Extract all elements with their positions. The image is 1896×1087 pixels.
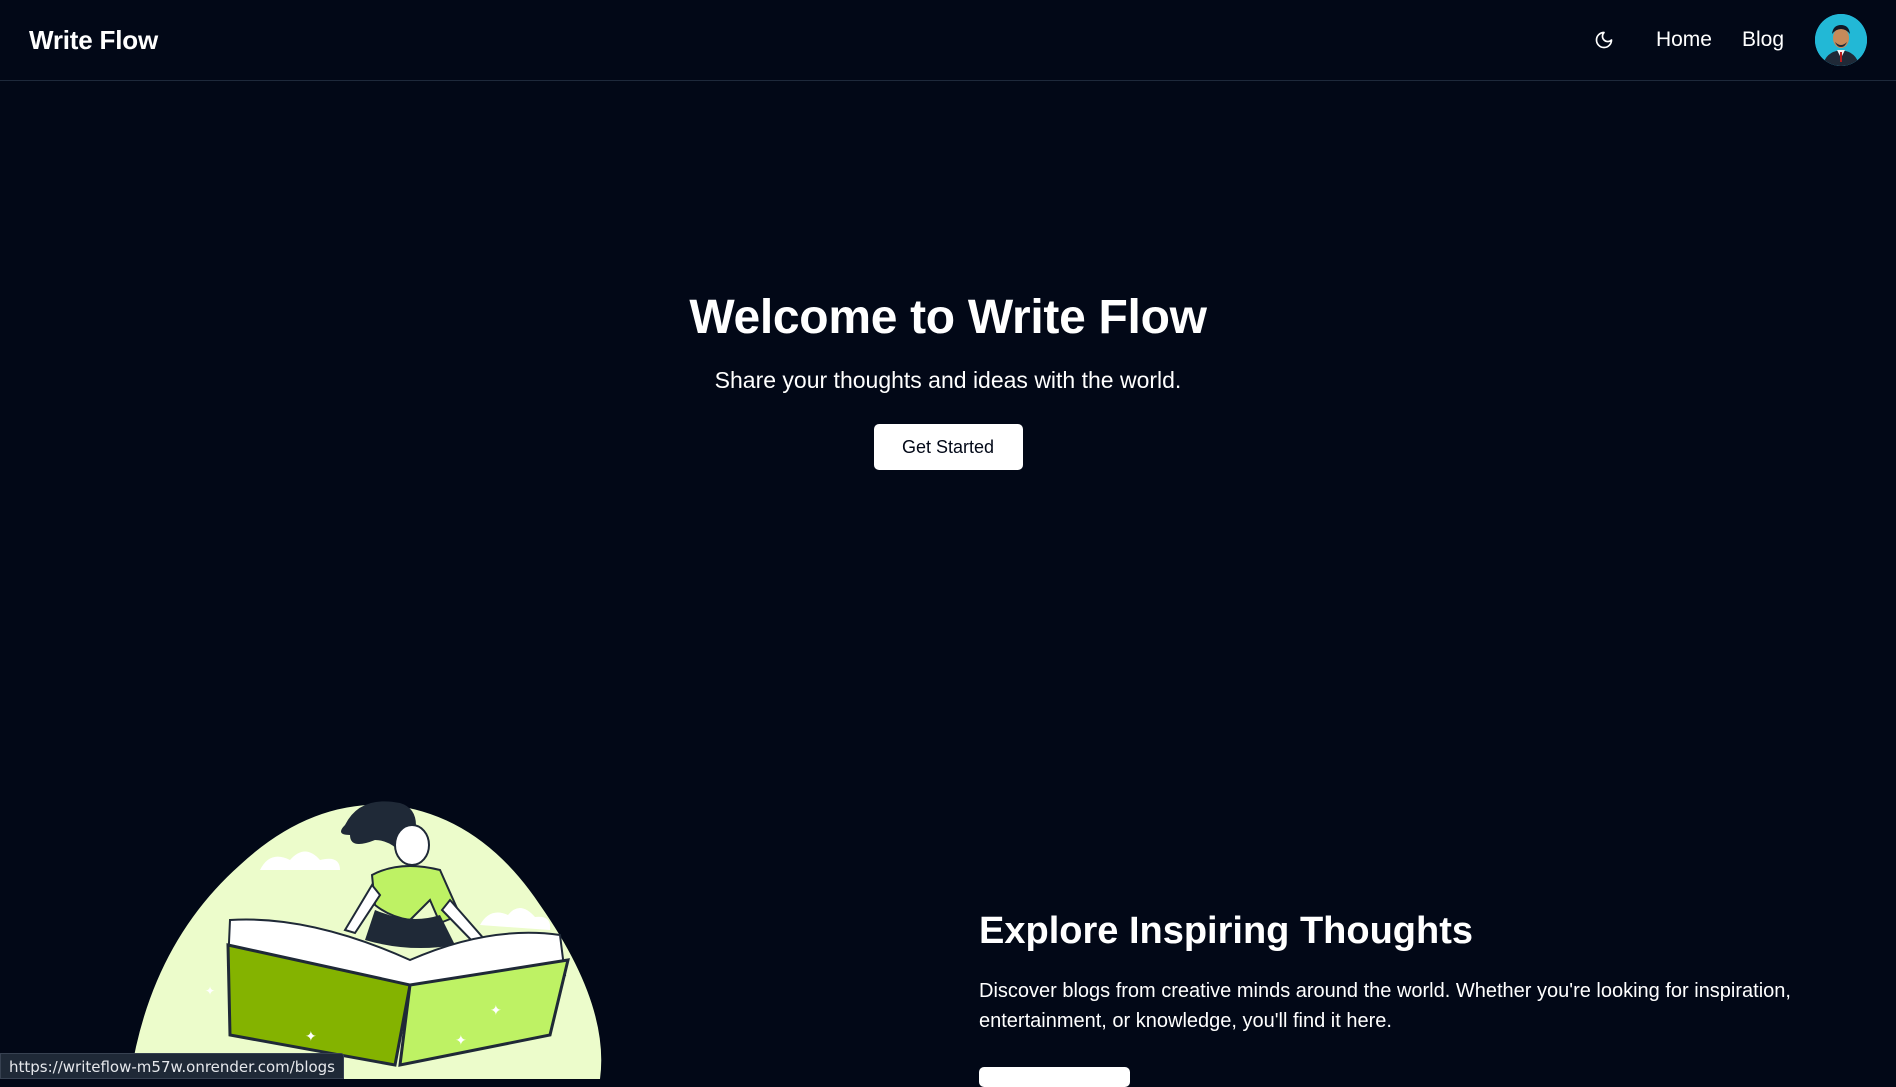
explore-button[interactable] — [979, 1067, 1130, 1087]
svg-text:✦: ✦ — [205, 984, 215, 998]
hero-subtitle: Share your thoughts and ideas with the w… — [0, 367, 1896, 394]
navbar: Write Flow Home Blog — [0, 0, 1896, 81]
explore-section: Explore Inspiring Thoughts Discover blog… — [979, 910, 1839, 1036]
hero-illustration: ✦ ✦ ✦ ✦ — [110, 795, 620, 1079]
svg-text:✦: ✦ — [305, 1029, 317, 1045]
hero-section: Welcome to Write Flow Share your thought… — [0, 290, 1896, 470]
svg-text:✦: ✦ — [455, 1033, 467, 1049]
theme-toggle-button[interactable] — [1586, 22, 1622, 58]
avatar-image — [1815, 14, 1867, 66]
nav-link-blog[interactable]: Blog — [1742, 28, 1784, 52]
user-avatar[interactable] — [1815, 14, 1867, 66]
nav-link-home[interactable]: Home — [1656, 28, 1712, 52]
status-bar-url: https://writeflow-m57w.onrender.com/blog… — [0, 1053, 344, 1079]
moon-icon — [1594, 30, 1614, 50]
brand-logo[interactable]: Write Flow — [29, 25, 158, 56]
hero-title: Welcome to Write Flow — [0, 290, 1896, 345]
nav-right: Home Blog — [1586, 14, 1867, 66]
explore-title: Explore Inspiring Thoughts — [979, 910, 1839, 953]
get-started-button[interactable]: Get Started — [874, 424, 1023, 470]
explore-description: Discover blogs from creative minds aroun… — [979, 976, 1839, 1036]
svg-text:✦: ✦ — [490, 1003, 502, 1019]
